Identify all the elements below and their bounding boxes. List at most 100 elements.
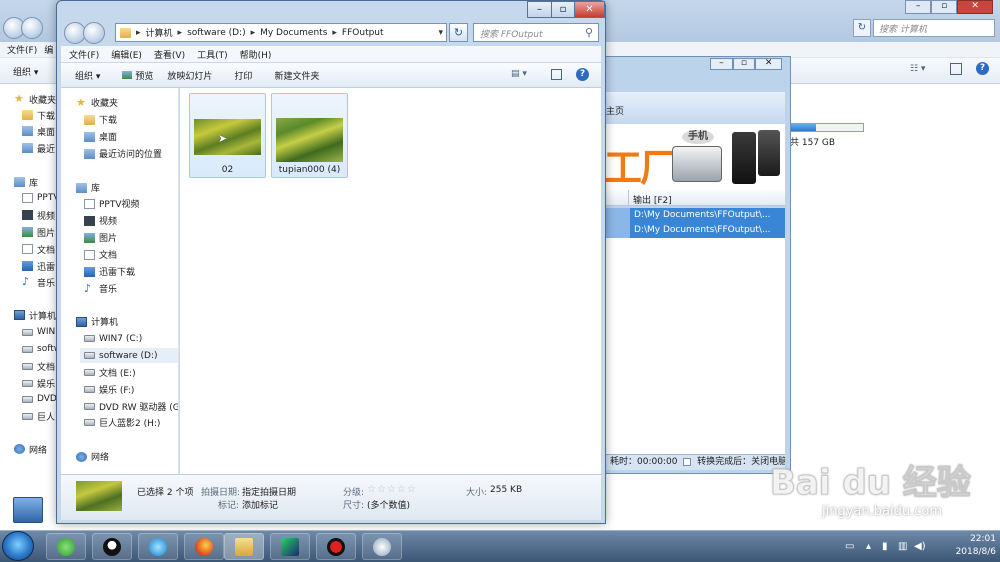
bg-sidebar-item[interactable]: softw <box>22 342 58 356</box>
bg-sidebar-item[interactable]: 巨人 <box>22 409 58 423</box>
taskbar-app-explorer[interactable] <box>224 533 264 560</box>
nav-item-drive-g[interactable]: DVD RW 驱动器 (G <box>84 399 178 414</box>
bg-sidebar-item[interactable]: 最近 <box>22 141 58 155</box>
menu-edit[interactable]: 编辑(E) <box>111 48 142 61</box>
maximize-button[interactable]: ▫ <box>551 1 575 18</box>
nav-favorites[interactable]: ★ 收藏夹 <box>76 95 118 110</box>
bg-sidebar-item[interactable]: DVD <box>22 392 58 406</box>
bg-search-input[interactable]: 搜索 计算机 <box>873 19 995 37</box>
tray-battery-icon[interactable]: ▮ <box>882 541 888 552</box>
bg-sidebar-item[interactable]: 迅雷 <box>22 259 58 273</box>
nav-item-pictures[interactable]: 图片 <box>84 230 117 245</box>
tray-volume-icon[interactable]: ◀) <box>914 541 926 552</box>
bg-menu-file[interactable]: 文件(F) <box>7 43 37 56</box>
view-options-icon[interactable]: ▤ ▾ <box>511 69 527 79</box>
refresh-icon[interactable]: ↻ <box>449 23 468 42</box>
nav-item-documents[interactable]: 文档 <box>84 247 117 262</box>
nav-item-drive-h[interactable]: 巨人蓝影2 (H:) <box>84 415 160 430</box>
preview-button[interactable]: 预览 <box>122 69 153 82</box>
tray-up-arrow-icon[interactable]: ▴ <box>866 541 871 552</box>
nav-item-pptv[interactable]: PPTV视频 <box>84 196 140 211</box>
print-button[interactable]: 打印 <box>234 69 252 82</box>
bg-sidebar-item[interactable]: WIN <box>22 325 58 339</box>
breadcrumb-mydocuments[interactable]: My Documents <box>260 28 327 38</box>
bg-sidebar-item[interactable]: 桌面 <box>22 124 58 138</box>
taskbar-app-player[interactable] <box>270 533 310 560</box>
bg-preview-pane-icon[interactable] <box>950 63 962 75</box>
minimize-button[interactable]: – <box>527 1 552 18</box>
app-maximize-button[interactable]: ▫ <box>732 58 756 70</box>
close-button[interactable]: ✕ <box>574 1 605 18</box>
bg-sidebar-item[interactable]: 下载 <box>22 108 58 122</box>
bg-close-button[interactable]: ✕ <box>957 0 994 14</box>
rating-stars[interactable]: ☆☆☆☆☆ <box>367 484 417 495</box>
menu-file[interactable]: 文件(F) <box>69 48 99 61</box>
bg-sidebar-item[interactable]: ♪ 音乐 <box>22 275 58 289</box>
nav-computer[interactable]: 计算机 <box>76 314 118 329</box>
dropdown-arrow-icon[interactable]: ▾ <box>438 28 443 38</box>
task-row[interactable]: D:\My Documents\FFOutput\... <box>600 208 785 223</box>
tray-keyboard-icon[interactable]: ▭ <box>845 541 854 552</box>
bg-maximize-button[interactable]: ▫ <box>931 0 958 14</box>
bg-sidebar-item[interactable]: 娱乐 <box>22 376 58 390</box>
breadcrumb-drive[interactable]: software (D:) <box>187 28 246 38</box>
breadcrumb-ffoutput[interactable]: FFOutput <box>342 28 384 38</box>
nav-item-music[interactable]: ♪ 音乐 <box>84 281 117 296</box>
nav-item-drive-e[interactable]: 文档 (E:) <box>84 365 136 380</box>
bg-sidebar-item[interactable]: 图片 <box>22 225 58 239</box>
taskbar-app-recorder[interactable] <box>316 533 356 560</box>
task-row[interactable]: D:\My Documents\FFOutput\... <box>600 223 785 238</box>
help-icon[interactable]: ? <box>576 68 589 81</box>
nav-item-downloads[interactable]: 下载 <box>84 112 117 127</box>
new-folder-button[interactable]: 新建文件夹 <box>274 69 319 82</box>
nav-libraries[interactable]: 库 <box>76 180 100 195</box>
bg-sidebar-item[interactable]: PPTV <box>22 191 58 205</box>
output-column-header[interactable]: 输出 [F2] <box>633 193 672 206</box>
nav-item-thunder[interactable]: 迅雷下载 <box>84 264 135 279</box>
bg-organize-button[interactable]: 组织 ▾ <box>13 65 38 78</box>
bg-view-icon[interactable]: ☷ ▾ <box>910 64 925 74</box>
bg-sidebar-item[interactable]: 视频 <box>22 208 58 222</box>
start-button[interactable] <box>2 531 34 561</box>
preview-pane-icon[interactable] <box>551 69 562 80</box>
file-item[interactable]: 02 <box>189 93 266 178</box>
organize-button[interactable]: 组织 ▾ <box>75 69 100 82</box>
bg-help-icon[interactable]: ? <box>976 62 989 75</box>
nav-item-drive-f[interactable]: 娱乐 (F:) <box>84 382 134 397</box>
taskbar-app-media[interactable] <box>138 533 178 560</box>
taskbar-app-firefox[interactable] <box>184 533 224 560</box>
file-item[interactable]: tupian000 (4) <box>271 93 348 178</box>
app-close-button[interactable]: ✕ <box>755 58 782 70</box>
nav-item-desktop[interactable]: 桌面 <box>84 129 117 144</box>
bg-minimize-button[interactable]: – <box>905 0 932 14</box>
bg-sidebar-item[interactable]: 文档 <box>22 242 58 256</box>
nav-network[interactable]: 网络 <box>76 449 109 464</box>
tray-network-icon[interactable]: ▥ <box>898 541 907 552</box>
bg-sidebar-favorites[interactable]: ★ 收藏夹 <box>14 92 58 106</box>
search-input[interactable]: 搜索 FFOutput ⚲ <box>473 23 599 42</box>
address-bar[interactable]: ▸ 计算机 ▸ software (D:) ▸ My Documents ▸ F… <box>115 23 447 42</box>
bg-forward-button[interactable] <box>21 17 43 39</box>
app-home-link[interactable]: 主页 <box>606 104 624 117</box>
tags-value[interactable]: 添加标记 <box>242 498 278 511</box>
taskbar-app-360[interactable] <box>46 533 86 560</box>
nav-item-recent[interactable]: 最近访问的位置 <box>84 146 162 161</box>
app-minimize-button[interactable]: – <box>710 58 733 70</box>
nav-item-drive-c[interactable]: WIN7 (C:) <box>84 331 142 346</box>
tray-clock[interactable]: 22:01 2018/8/6 <box>934 533 996 559</box>
nav-item-videos[interactable]: 视频 <box>84 213 117 228</box>
nav-item-drive-d[interactable]: software (D:) <box>80 348 178 363</box>
slideshow-button[interactable]: 放映幻灯片 <box>167 69 212 82</box>
after-done-checkbox[interactable] <box>683 457 692 466</box>
forward-button[interactable] <box>83 22 105 44</box>
menu-help[interactable]: 帮助(H) <box>240 48 272 61</box>
bg-sidebar-item[interactable]: 文档 <box>22 359 58 373</box>
bg-sidebar-computer[interactable]: 计算机 <box>14 308 58 322</box>
bg-menu-edit[interactable]: 编 <box>44 43 53 56</box>
taskbar-app-qq[interactable] <box>92 533 132 560</box>
bg-refresh-icon[interactable]: ↻ <box>853 19 871 37</box>
bg-sidebar-libraries[interactable]: 库 <box>14 175 58 189</box>
bg-sidebar-network[interactable]: 网络 <box>14 442 58 456</box>
date-taken-value[interactable]: 指定拍摄日期 <box>242 485 296 498</box>
taskbar-app-formatfactory[interactable] <box>362 533 402 560</box>
